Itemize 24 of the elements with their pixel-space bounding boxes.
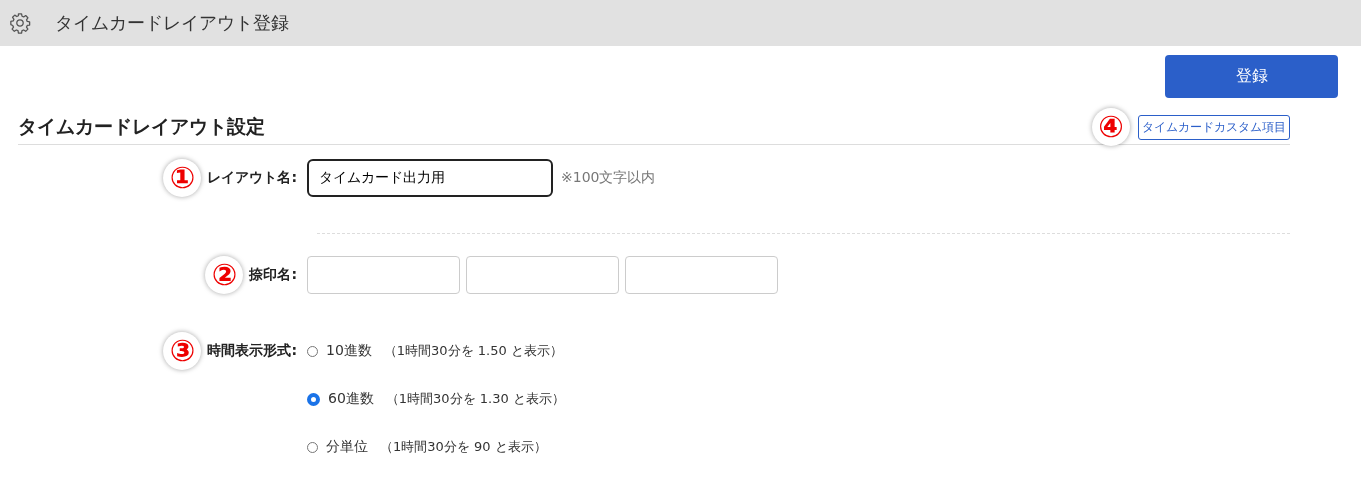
seal-name-field[interactable] (625, 256, 778, 294)
option-label[interactable]: 60進数 (328, 390, 374, 408)
register-button[interactable]: 登録 (1165, 55, 1338, 98)
custom-items-button[interactable]: タイムカードカスタム項目 (1138, 114, 1290, 140)
seal-name-field[interactable] (307, 256, 460, 294)
option-hint: （1時間30分を 90 と表示） (380, 438, 547, 456)
seal-name-field[interactable] (466, 256, 619, 294)
callout-marker: ③ (163, 332, 202, 370)
settings-icon[interactable] (9, 12, 31, 34)
field-label: 時間表示形式: (207, 342, 297, 360)
callout-marker: ① (163, 159, 202, 197)
callout-marker: ④ (1092, 108, 1130, 146)
length-note: ※100文字以内 (561, 169, 656, 187)
option-label[interactable]: 10進数 (326, 342, 372, 360)
radio-button[interactable] (307, 392, 320, 406)
field-label: レイアウト名: (207, 169, 297, 187)
option-hint: （1時間30分を 1.30 と表示） (385, 390, 565, 408)
field-label: 捺印名: (249, 266, 297, 284)
page-title: タイムカードレイアウト登録 (55, 11, 289, 35)
callout-marker: ② (205, 256, 244, 294)
section-title: タイムカードレイアウト設定 (18, 114, 265, 139)
layout-name-field[interactable]: タイムカード出力用 (307, 159, 553, 197)
option-hint: （1時間30分を 1.50 と表示） (383, 342, 563, 360)
option-label[interactable]: 分単位 (326, 438, 368, 456)
